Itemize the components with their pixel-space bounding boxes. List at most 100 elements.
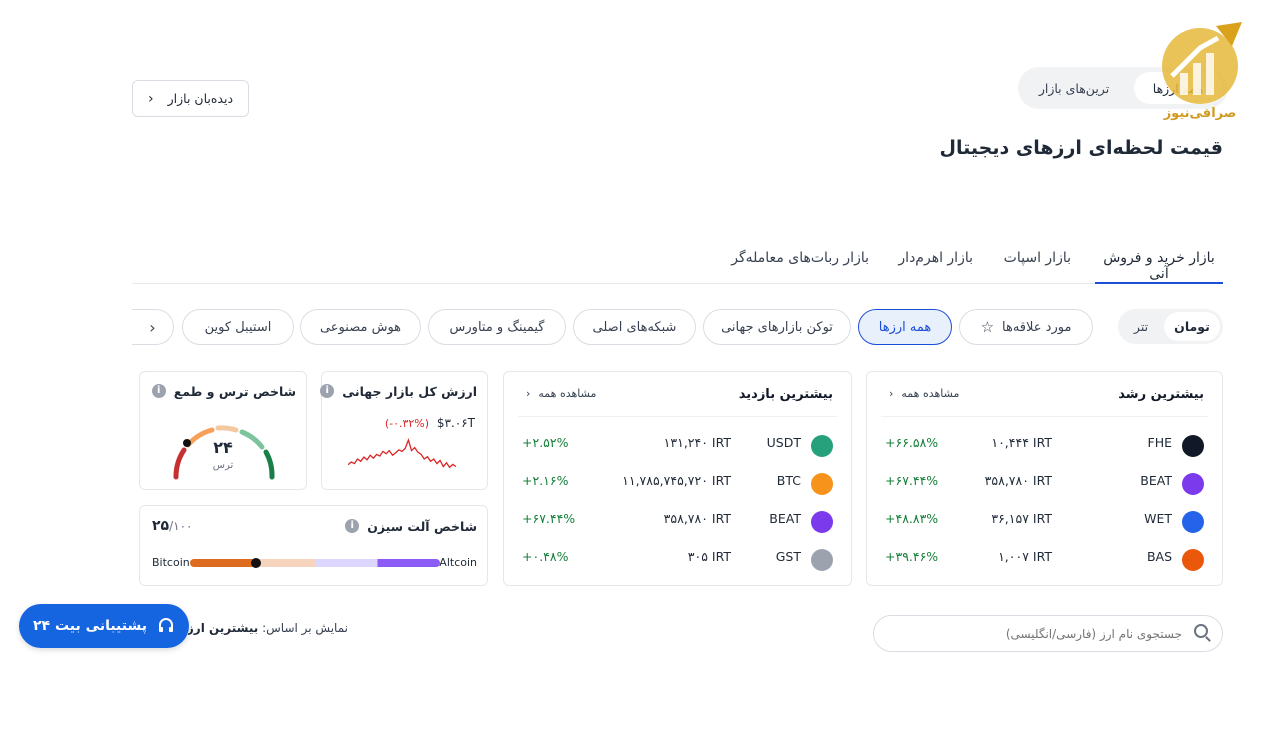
category-global-tokens[interactable]: توکن بازارهای جهانی: [703, 309, 851, 345]
most-visited-card: بیشترین بازدید › مشاهده همه USDT ۱۳۱,۲۴۰ I…: [503, 371, 852, 586]
coin-row[interactable]: BEAT ۳۵۸,۷۸۰ IRT +۶۷.۴۴%: [867, 461, 1222, 499]
logo-text: صرافی‌نیوز: [1163, 106, 1237, 121]
coin-change: +۳۹.۴۶%: [885, 549, 939, 564]
coin-price: ۳۵۸,۷۸۰ IRT: [663, 511, 731, 526]
coin-icon: [1182, 473, 1204, 495]
support-button[interactable]: پشتیبانی بیت ۲۴: [19, 604, 189, 648]
most-visited-see-all[interactable]: › مشاهده همه: [526, 387, 596, 400]
market-tabs: بازار خرید و فروش آنی بازار اسپات بازار …: [132, 240, 1223, 284]
chevron-right-icon: ›: [149, 317, 156, 337]
chevron-left-icon: ›: [889, 387, 894, 400]
coin-symbol: FHE: [1147, 435, 1173, 450]
coin-row[interactable]: FHE ۱۰,۴۴۴ IRT +۶۶.۵۸%: [867, 423, 1222, 461]
category-favorites[interactable]: ☆ مورد علاقه‌ها: [959, 309, 1093, 345]
coin-change: +۶۷.۴۴%: [885, 473, 939, 488]
coin-symbol: USDT: [766, 435, 801, 450]
scroll-left-button[interactable]: ›: [132, 309, 174, 345]
altseason-score: ۲۵/۱۰۰: [152, 518, 193, 534]
toggle-top-markets[interactable]: ترین‌های بازار: [1024, 72, 1124, 104]
coin-price: ۱۳۱,۲۴۰ IRT: [663, 435, 731, 450]
global-cap-value-row: (-۰.۳۲%) $۳.۰۶T: [385, 416, 475, 430]
category-stablecoin[interactable]: استیبل کوین: [182, 309, 294, 345]
coin-change: +۲.۵۲%: [522, 435, 569, 450]
logo: صرافی‌نیوز: [1160, 18, 1245, 128]
fear-greed-label: ترس: [212, 460, 234, 471]
info-icon[interactable]: i: [320, 384, 335, 398]
fear-greed-title-row: شاخص ترس و طمع i: [151, 384, 296, 399]
bitcoin-label: Bitcoin: [152, 556, 190, 569]
sort-label: نمایش بر اساس:: [262, 621, 348, 635]
global-market-cap-card: ارزش کل بازار جهانی i (-۰.۳۲%) $۳.۰۶T: [320, 371, 488, 490]
coin-icon: [811, 435, 833, 457]
currency-toggle: تومان تتر: [1118, 309, 1223, 344]
category-main-networks[interactable]: شبکه‌های اصلی: [573, 309, 696, 345]
tab-instant[interactable]: بازار خرید و فروش آنی: [1095, 240, 1223, 284]
top-growth-see-all[interactable]: › مشاهده همه: [889, 387, 959, 400]
coin-symbol: GST: [775, 549, 801, 564]
global-cap-value: $۳.۰۶T: [436, 416, 475, 430]
sort-control[interactable]: نمایش بر اساس: بیشترین ارزش: [188, 621, 348, 635]
coin-symbol: BEAT: [1140, 473, 1172, 488]
headset-icon: [158, 618, 173, 632]
toggle-tether[interactable]: تتر: [1123, 312, 1159, 341]
global-cap-sparkline: [348, 437, 457, 469]
category-gaming[interactable]: گیمینگ و متاورس: [428, 309, 566, 345]
sort-value: بیشترین ارزش: [188, 621, 259, 635]
tab-margin[interactable]: بازار اهرم‌دار: [898, 240, 973, 284]
logo-icon: [1162, 22, 1242, 104]
fear-greed-value: ۲۴: [213, 438, 233, 457]
toggle-toman[interactable]: تومان: [1164, 312, 1220, 341]
altseason-bar: [190, 559, 440, 567]
most-visited-title: بیشترین بازدید: [738, 387, 833, 402]
divider: [881, 416, 1208, 417]
coin-row[interactable]: BTC ۱۱,۷۸۵,۷۴۵,۷۲۰ IRT +۲.۱۶%: [504, 461, 851, 499]
coin-price: ۱۱,۷۸۵,۷۴۵,۷۲۰ IRT: [622, 473, 731, 488]
coin-icon: [1182, 435, 1204, 457]
global-cap-change: (-۰.۳۲%): [384, 417, 430, 430]
altseason-marker: [251, 558, 261, 568]
category-ai[interactable]: هوش مصنوعی: [300, 309, 421, 345]
coin-symbol: BTC: [776, 473, 801, 488]
divider: [518, 416, 837, 417]
fear-greed-card: شاخص ترس و طمع i ۲۴ ترس: [139, 371, 307, 490]
coin-price: ۱۰,۴۴۴ IRT: [991, 435, 1052, 450]
search-input[interactable]: [890, 622, 1182, 646]
altseason-card: شاخص آلت سیزن i ۲۵/۱۰۰ Bitcoin Altcoin: [139, 505, 488, 586]
page-title: قیمت لحظه‌ای ارزهای دیجیتال: [939, 137, 1224, 159]
tab-bots[interactable]: بازار ربات‌های معامله‌گر: [731, 240, 869, 284]
coin-symbol: BEAT: [769, 511, 801, 526]
chevron-left-icon: ‹: [147, 90, 154, 107]
coin-price: ۳۰۵ IRT: [687, 549, 731, 564]
search-icon-handle: [1205, 636, 1211, 642]
tab-spot[interactable]: بازار اسپات: [1004, 240, 1071, 284]
coin-change: +۶۷.۴۴%: [522, 511, 576, 526]
coin-symbol: BAS: [1146, 549, 1172, 564]
coin-symbol: WET: [1144, 511, 1172, 526]
coin-icon: [1182, 511, 1204, 533]
coin-price: ۱,۰۰۷ IRT: [998, 549, 1052, 564]
market-watch-button[interactable]: دیده‌بان بازار ‹: [132, 80, 249, 117]
top-growth-card: بیشترین رشد › مشاهده همه FHE ۱۰,۴۴۴ IRT +۶۶…: [866, 371, 1223, 586]
coin-row[interactable]: BAS ۱,۰۰۷ IRT +۳۹.۴۶%: [867, 537, 1222, 575]
coin-icon: [811, 511, 833, 533]
coin-icon: [811, 549, 833, 571]
coin-row[interactable]: WET ۳۶,۱۵۷ IRT +۴۸.۸۳%: [867, 499, 1222, 537]
coin-icon: [1182, 549, 1204, 571]
coin-change: +۶۶.۵۸%: [885, 435, 939, 450]
coin-change: +۲.۱۶%: [522, 473, 569, 488]
info-icon[interactable]: i: [151, 384, 166, 398]
star-icon: ☆: [980, 318, 995, 336]
info-icon[interactable]: i: [345, 519, 360, 533]
altcoin-label: Altcoin: [439, 556, 477, 569]
coin-row[interactable]: BEAT ۳۵۸,۷۸۰ IRT +۶۷.۴۴%: [504, 499, 851, 537]
coin-price: ۳۵۸,۷۸۰ IRT: [984, 473, 1052, 488]
category-all[interactable]: همه ارزها: [858, 309, 952, 345]
coin-row[interactable]: USDT ۱۳۱,۲۴۰ IRT +۲.۵۲%: [504, 423, 851, 461]
coin-icon: [811, 473, 833, 495]
coin-row[interactable]: GST ۳۰۵ IRT +۰.۴۸%: [504, 537, 851, 575]
chevron-left-icon: ›: [526, 387, 531, 400]
coin-price: ۳۶,۱۵۷ IRT: [991, 511, 1052, 526]
global-cap-title-row: ارزش کل بازار جهانی i: [320, 384, 477, 399]
search-box: [873, 615, 1223, 652]
top-growth-title: بیشترین رشد: [1118, 387, 1204, 402]
